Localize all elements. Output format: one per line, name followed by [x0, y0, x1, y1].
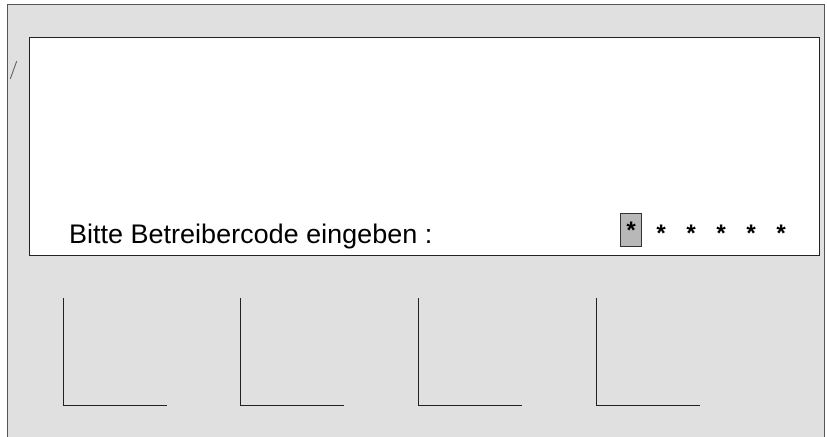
pin-digit-1[interactable]: * [620, 213, 642, 247]
operator-code-field[interactable]: * * * * * * [620, 211, 792, 249]
softkey-2[interactable] [240, 298, 344, 406]
softkey-1[interactable] [63, 298, 167, 406]
pin-digit-5[interactable]: * [740, 215, 762, 247]
softkey-4[interactable] [596, 298, 700, 406]
pin-digit-2[interactable]: * [650, 215, 672, 247]
operator-code-prompt: Bitte Betreibercode eingeben : [69, 219, 433, 249]
pin-digit-4[interactable]: * [710, 215, 732, 247]
lcd-display: Bitte Betreibercode eingeben : * * * * *… [29, 37, 820, 256]
pin-digit-3[interactable]: * [680, 215, 702, 247]
pin-digit-6[interactable]: * [770, 215, 792, 247]
panel-edge-mark [4, 61, 18, 79]
softkey-3[interactable] [418, 298, 522, 406]
